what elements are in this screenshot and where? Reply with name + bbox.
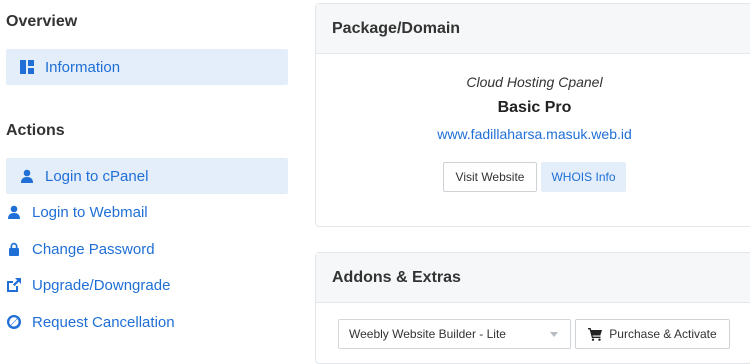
user-icon [6,204,22,220]
panel-title: Package/Domain [316,4,750,54]
actions-heading: Actions [6,122,65,139]
package-details: Cloud Hosting Cpanel Basic Pro www.fadil… [316,54,750,226]
sidebar-item-change-password[interactable]: Change Password [6,231,288,267]
package-domain-panel: Package/Domain Cloud Hosting Cpanel Basi… [315,3,750,227]
addon-select-value: Weebly Website Builder - Lite [349,327,506,341]
sidebar-item-label: Login to Webmail [32,203,148,221]
addons-extras-panel: Addons & Extras Weebly Website Builder -… [315,252,750,364]
sidebar-item-label: Change Password [32,240,155,258]
dashboard-icon [19,59,35,75]
ban-icon [6,314,22,330]
sidebar-item-login-webmail[interactable]: Login to Webmail [6,194,288,230]
panel-title: Addons & Extras [316,253,750,303]
product-name: Basic Pro [497,99,572,116]
purchase-label: Purchase & Activate [609,327,717,341]
sidebar-item-information[interactable]: Information [6,49,288,85]
sidebar-item-label: Upgrade/Downgrade [32,276,171,294]
sidebar-item-request-cancellation[interactable]: Request Cancellation [6,304,288,340]
domain-link[interactable]: www.fadillaharsa.masuk.web.id [316,126,750,142]
lock-icon [6,241,22,257]
addons-controls: Weebly Website Builder - Lite Purchase &… [316,303,750,363]
sidebar-item-label: Information [45,58,121,76]
addon-select[interactable]: Weebly Website Builder - Lite [338,319,571,349]
external-link-icon [6,277,22,293]
cart-icon [588,327,603,341]
whois-info-button[interactable]: WHOIS Info [541,162,626,192]
chevron-down-icon [550,332,558,337]
purchase-activate-button[interactable]: Purchase & Activate [575,319,730,349]
sidebar-item-label: Request Cancellation [32,313,175,331]
sidebar-item-login-cpanel[interactable]: Login to cPanel [6,158,288,194]
user-icon [19,168,35,184]
sidebar-item-upgrade-downgrade[interactable]: Upgrade/Downgrade [6,267,288,303]
product-type: Cloud Hosting Cpanel [466,74,603,90]
overview-heading: Overview [6,13,78,30]
sidebar-item-label: Login to cPanel [45,167,149,185]
visit-website-button[interactable]: Visit Website [443,162,537,192]
